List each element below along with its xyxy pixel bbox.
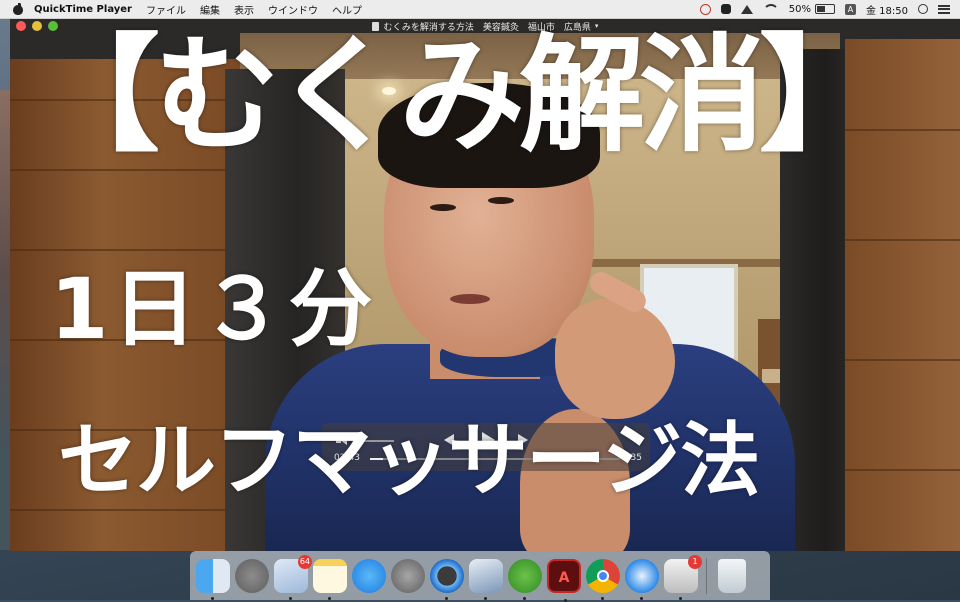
mail-badge: 64 [297,554,312,569]
dock-textedit-icon[interactable] [313,558,347,600]
dock-acrobat-icon[interactable]: A [547,558,581,602]
menu-help[interactable]: ヘルプ [332,2,362,17]
dock-finder-icon[interactable] [196,558,230,600]
presenter-hand [555,299,675,419]
status-area: 50% A 金 18:50 [699,0,960,18]
dock-app-store-icon[interactable] [352,558,386,593]
close-window-button[interactable] [16,21,26,31]
dock-evernote-icon[interactable] [508,558,542,600]
minimize-window-button[interactable] [32,21,42,31]
window-titlebar[interactable]: むくみを解消する方法 美容鍼灸 福山市 広島県 ▾ [10,19,960,33]
apple-menu-icon[interactable] [12,3,24,15]
app-menu[interactable]: QuickTime Player [34,4,132,15]
chevron-down-icon[interactable]: ▾ [595,22,599,30]
battery-icon[interactable] [815,4,835,14]
dock-printer-icon[interactable]: 1 [664,554,702,600]
dock-system-preferences-icon[interactable] [391,558,425,593]
document-icon[interactable] [371,21,379,31]
creative-cloud-icon[interactable] [699,3,711,15]
battery-percent: 50% [788,3,811,15]
presenter-eye-left [430,204,456,211]
dock-mail-icon[interactable]: 64 [274,554,312,600]
acrobat-glyph: A [558,569,570,586]
wifi-icon[interactable] [762,4,779,14]
window-controls [16,21,64,31]
evernote-status-icon[interactable] [720,4,731,14]
video-title-text: 【むくみ解消】 [34,22,885,169]
input-source-icon[interactable]: A [845,3,856,15]
dock-chrome-icon[interactable] [586,558,620,600]
quicktime-player-window[interactable]: むくみを解消する方法 美容鍼灸 福山市 広島県 ▾ 02:43 35 【むくみ解… [10,19,960,551]
dock: 64 A 1 [190,551,770,602]
presenter-eye-right [488,197,514,204]
dock-launchpad-icon[interactable] [235,558,269,593]
dropbox-icon[interactable] [740,4,753,14]
dock-quicktime-icon[interactable] [430,558,464,600]
zoom-window-button[interactable] [48,21,58,31]
menubar-clock[interactable]: 金 18:50 [866,2,908,17]
notification-center-icon[interactable] [938,4,950,14]
dock-safari-icon[interactable] [625,558,659,600]
menu-window[interactable]: ウインドウ [268,2,318,17]
menu-file[interactable]: ファイル [146,2,186,17]
dock-trash-icon[interactable] [718,558,746,593]
menu-bar: QuickTime Player ファイル 編集 表示 ウインドウ ヘルプ 50… [0,0,960,19]
menu-edit[interactable]: 編集 [200,2,220,17]
spotlight-search-icon[interactable] [918,4,928,14]
window-title: むくみを解消する方法 美容鍼灸 福山市 広島県 [383,22,591,33]
printer-badge: 1 [688,554,702,569]
video-subtitle-method: セルフマッサージ法 [58,414,760,507]
presenter-mouth [450,294,490,304]
video-subtitle-duration: 1日３分 [50,260,377,358]
dock-separator [706,557,707,594]
menu-view[interactable]: 表示 [234,2,254,17]
dock-preview-icon[interactable] [469,558,503,600]
